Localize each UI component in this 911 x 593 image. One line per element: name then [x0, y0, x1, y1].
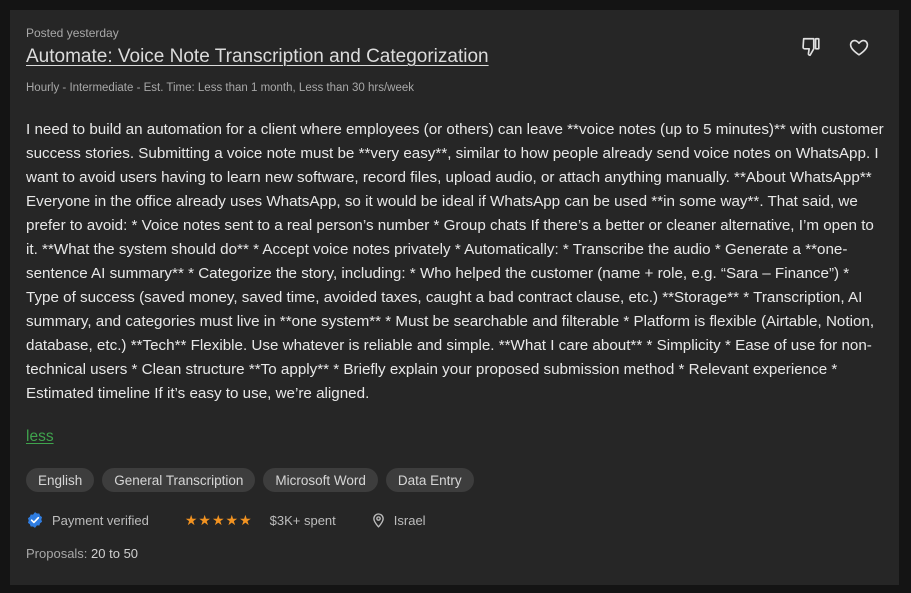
client-info: Payment verified ★ ★ ★ ★ ★ $3K+ spent Is…: [26, 510, 426, 530]
skill-tag[interactable]: Data Entry: [385, 468, 474, 492]
proposals-count: Proposals: 20 to 50: [26, 546, 138, 561]
star-icon: ★: [239, 512, 252, 528]
star-icon: ★: [184, 512, 198, 528]
job-description: I need to build an automation for a clie…: [26, 121, 884, 402]
show-less-link[interactable]: less: [26, 428, 54, 446]
star-icon: ★: [211, 512, 225, 528]
location-pin-icon: [372, 512, 386, 528]
star-icon: ★: [225, 512, 239, 528]
proposals-label: Proposals:: [26, 546, 88, 561]
client-spent: $3K+ spent: [269, 512, 336, 528]
skill-tag[interactable]: Microsoft Word: [263, 468, 378, 492]
payment-verified-label: Payment verified: [52, 512, 149, 528]
job-card[interactable]: Posted yesterday Automate: Voice Note Tr…: [10, 10, 899, 585]
posted-time: Posted yesterday: [26, 26, 119, 40]
verified-badge-icon: [26, 511, 44, 529]
dislike-button[interactable]: [798, 36, 824, 62]
skill-tag[interactable]: English: [26, 468, 95, 492]
save-job-button[interactable]: [846, 36, 872, 62]
job-meta: Hourly - Intermediate - Est. Time: Less …: [26, 82, 414, 94]
thumbs-down-icon: [800, 36, 822, 63]
client-location: Israel: [393, 512, 426, 528]
client-rating: ★ ★ ★ ★ ★: [185, 513, 252, 527]
skill-tags: English General Transcription Microsoft …: [26, 468, 474, 492]
job-title-link[interactable]: Automate: Voice Note Transcription and C…: [26, 46, 489, 68]
proposals-value: 20 to 50: [91, 546, 139, 561]
star-icon: ★: [198, 512, 211, 528]
skill-tag[interactable]: General Transcription: [102, 468, 256, 492]
heart-icon: [848, 36, 870, 63]
